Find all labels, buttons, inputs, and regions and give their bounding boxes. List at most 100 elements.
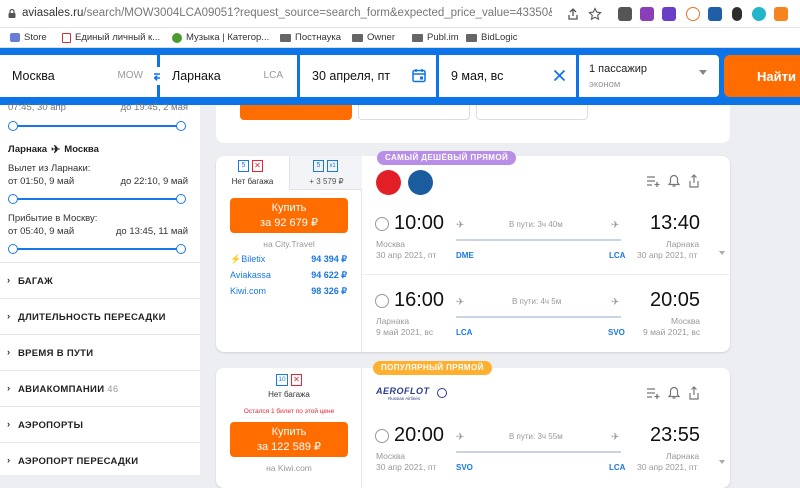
no-luggage-icon: ✕ [252, 160, 263, 172]
arrival-city: Ларнака [666, 451, 700, 461]
search-button[interactable]: Найти б [724, 55, 800, 97]
bell-icon[interactable] [668, 386, 680, 400]
ticket-card[interactable]: 10 ✕ Нет багажа Остался 1 билет по этой … [216, 361, 730, 488]
extension-icon[interactable] [686, 7, 700, 21]
url-domain: aviasales.ru [22, 7, 84, 19]
filters-sidebar: 07:45, 30 апр до 19:45, 2 мая Ларнака ✈ … [0, 102, 200, 475]
landing-icon: ✈ [611, 220, 620, 231]
route-line [456, 316, 621, 318]
url-path: /search/MOW3004LCA09051?request_source=s… [83, 7, 552, 19]
extension-icon[interactable] [662, 7, 676, 21]
folder-icon [352, 33, 363, 42]
arrival-airport[interactable]: LCA [609, 251, 625, 260]
agent-link[interactable]: Aviakassa [230, 270, 271, 280]
expand-chevron-icon[interactable] [719, 251, 725, 255]
depart-to: до 22:10, 9 май [120, 176, 188, 187]
agent-link[interactable]: Kiwi.com [230, 286, 266, 296]
depart-from: от 01:50, 9 май [8, 176, 75, 187]
slider-handle[interactable] [8, 121, 18, 131]
bookmark-bidlogic[interactable]: BidLogic [466, 32, 517, 43]
filter-travel-time[interactable]: ВРЕМЯ В ПУТИ [7, 347, 93, 359]
share-icon[interactable] [688, 174, 700, 188]
baggage-icons: 10 ✕ [276, 374, 302, 386]
bookmarks-bar: Store Единый личный к... Музыка | Катего… [0, 28, 800, 48]
divider [0, 334, 200, 335]
buy-button[interactable]: Купить за 122 589 ₽ [230, 422, 348, 457]
baggage-tab-with-bag[interactable]: 5 x1 + 3 579 ₽ [289, 156, 362, 190]
extension-icon[interactable] [732, 7, 742, 21]
time-slider[interactable] [8, 121, 186, 131]
filter-airports[interactable]: АЭРОПОРТЫ [7, 419, 83, 431]
origin-field[interactable]: Москва MOW [0, 55, 157, 97]
baggage-tab-no-bag[interactable]: 5 ✕ Нет багажа [216, 156, 289, 190]
route-line [456, 239, 621, 241]
url-text[interactable]: aviasales.ru/search/MOW3004LCA09051?requ… [22, 7, 552, 19]
bookmark-owner[interactable]: Owner [352, 32, 395, 43]
partial-button[interactable] [358, 105, 470, 120]
departure-date: 9 май 2021, вс [376, 327, 434, 337]
bell-icon[interactable] [668, 174, 680, 188]
arrive-time-slider[interactable] [8, 244, 186, 254]
slider-handle[interactable] [176, 121, 186, 131]
metamask-icon[interactable] [774, 7, 788, 21]
destination-field[interactable]: Ларнака LCA [160, 55, 297, 97]
slider-handle[interactable] [8, 194, 18, 204]
bookmark-personal-account[interactable]: Единый личный к... [62, 32, 160, 43]
bookmark-postnauka[interactable]: Постнаука [280, 32, 341, 43]
departure-date: 30 апр 2021, пт [376, 462, 437, 472]
arrival-airport[interactable]: SVO [608, 328, 625, 337]
bookmark-store[interactable]: Store [10, 32, 47, 43]
agent-price[interactable]: 98 326 ₽ [311, 286, 347, 297]
browser-url-bar[interactable]: aviasales.ru/search/MOW3004LCA09051?requ… [0, 0, 800, 28]
filter-transfer-duration[interactable]: ДЛИТЕЛЬНОСТЬ ПЕРЕСАДКИ [7, 311, 166, 323]
share-icon[interactable] [566, 7, 580, 21]
expand-chevron-icon[interactable] [719, 460, 725, 464]
share-icon[interactable] [688, 386, 700, 400]
arrival-airport[interactable]: LCA [609, 463, 625, 472]
filter-airlines[interactable]: АВИАКОМПАНИИ 46 [7, 383, 118, 395]
return-date-field[interactable]: 9 мая, вс [439, 55, 576, 97]
calendar-icon[interactable] [412, 68, 426, 83]
slider-handle[interactable] [8, 244, 18, 254]
airplane-icon: ✈ [51, 144, 61, 156]
low-availability-warning: Остался 1 билет по этой цене [243, 408, 335, 415]
departure-date: 30 апр 2021, пт [376, 250, 437, 260]
agent-link[interactable]: ⚡Biletix [230, 254, 265, 265]
arrival-date: 9 май 2021, вс [643, 327, 701, 337]
star-icon[interactable] [588, 7, 602, 21]
depart-time-slider[interactable] [8, 194, 186, 204]
depart-date-field[interactable]: 30 апреля, пт [300, 55, 436, 97]
slider-handle[interactable] [176, 244, 186, 254]
extension-icon[interactable] [618, 7, 632, 21]
extension-icon[interactable] [752, 7, 766, 21]
bookmark-music[interactable]: Музыка | Категор... [172, 32, 269, 43]
bookmark-publim[interactable]: Publ.im [412, 32, 459, 43]
flight-duration: В пути: 3ч 55м [509, 432, 563, 441]
slider-handle[interactable] [176, 194, 186, 204]
divider [0, 406, 200, 407]
takeoff-icon: ✈ [456, 220, 465, 231]
ticket-card[interactable]: 5 ✕ Нет багажа 5 x1 + 3 579 ₽ Купить за … [216, 151, 730, 352]
partial-button[interactable] [476, 105, 588, 120]
add-to-list-icon[interactable] [646, 387, 660, 400]
add-to-list-icon[interactable] [646, 175, 660, 188]
clear-icon[interactable] [553, 69, 566, 82]
buy-button[interactable]: Купить за 92 679 ₽ [230, 198, 348, 233]
agent-price[interactable]: 94 394 ₽ [311, 254, 347, 265]
ticket-price-panel: 10 ✕ Нет багажа Остался 1 билет по этой … [216, 368, 362, 488]
partial-button[interactable] [240, 105, 352, 120]
airline-logo: AEROFLOT Russian Airlines [376, 386, 430, 401]
vendor-label: на City.Travel [263, 239, 315, 249]
extension-icon[interactable] [640, 7, 654, 21]
arrive-to: до 13:45, 11 май [115, 226, 188, 237]
departure-airport[interactable]: DME [456, 251, 474, 260]
filter-transfer-airport[interactable]: АЭРОПОРТ ПЕРЕСАДКИ [7, 455, 138, 467]
filter-baggage[interactable]: БАГАЖ [7, 275, 53, 287]
agent-price[interactable]: 94 622 ₽ [311, 270, 347, 281]
passengers-field[interactable]: 1 пассажир эконом [579, 55, 719, 97]
extension-icon[interactable] [708, 7, 722, 21]
departure-airport[interactable]: LCA [456, 328, 472, 337]
departure-airport[interactable]: SVO [456, 463, 473, 472]
bag-icon: 10 [276, 374, 288, 386]
popular-direct-badge: ПОПУЛЯРНЫЙ ПРЯМОЙ [373, 361, 492, 375]
